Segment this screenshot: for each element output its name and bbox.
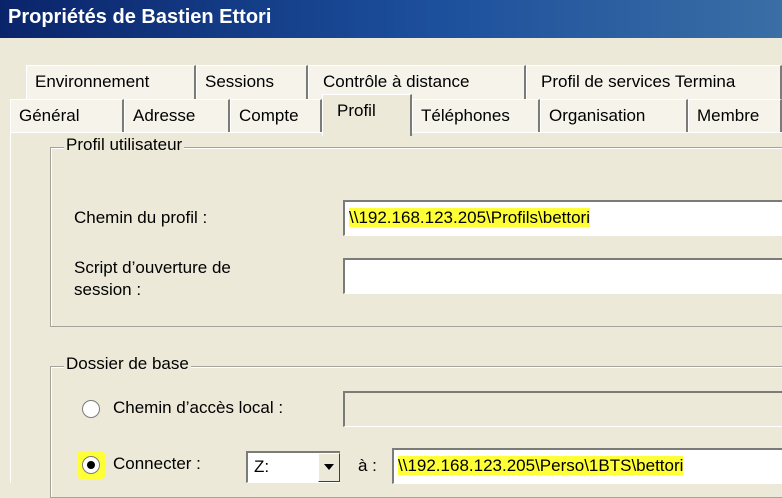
local-path-label: Chemin d’accès local : [113, 398, 284, 417]
tab-organisation[interactable]: Organisation [540, 99, 688, 132]
tab-telephones[interactable]: Téléphones [412, 99, 540, 132]
home-group-legend: Dossier de base [64, 354, 191, 374]
connect-radio-dot [87, 461, 95, 469]
tab-general[interactable]: Général [10, 99, 124, 132]
tab-compte[interactable]: Compte [230, 99, 322, 132]
connect-label: Connecter : [113, 454, 201, 473]
profile-path-label: Chemin du profil : [74, 208, 208, 227]
profile-path-value: \\192.168.123.205\Profils\bettori [349, 208, 590, 227]
profile-path-field[interactable]: \\192.168.123.205\Profils\bettori [343, 200, 782, 236]
title-bar[interactable]: Propriétés de Bastien Ettori [0, 0, 782, 38]
connect-path-value: \\192.168.123.205\Perso\1BTS\bettori [398, 456, 684, 475]
to-label: à : [358, 456, 377, 475]
profile-groupbox [50, 147, 782, 327]
tab-adresse[interactable]: Adresse [124, 99, 230, 132]
drive-letter-select[interactable]: Z: [246, 451, 340, 483]
title-strip [0, 38, 782, 68]
connect-radio[interactable] [82, 456, 100, 474]
drive-letter-value: Z: [254, 457, 270, 476]
logon-script-field[interactable] [343, 258, 782, 294]
tab-profil[interactable]: Profil [322, 94, 412, 136]
window-title: Propriétés de Bastien Ettori [8, 6, 272, 28]
dropdown-arrow-icon[interactable] [318, 453, 340, 482]
tab-environnement[interactable]: Environnement [26, 65, 196, 99]
local-path-field[interactable] [343, 391, 782, 427]
profile-group-legend: Profil utilisateur [64, 135, 185, 155]
connect-path-field[interactable]: \\192.168.123.205\Perso\1BTS\bettori [392, 448, 782, 484]
logon-script-label-line2: session : [74, 280, 142, 299]
logon-script-label-line1: Script d’ouverture de [74, 258, 231, 277]
tab-sessions[interactable]: Sessions [196, 65, 308, 99]
local-path-radio[interactable] [82, 400, 100, 418]
tab-profil-services-terminal[interactable]: Profil de services Termina [526, 65, 782, 99]
tab-membre[interactable]: Membre [688, 99, 782, 132]
